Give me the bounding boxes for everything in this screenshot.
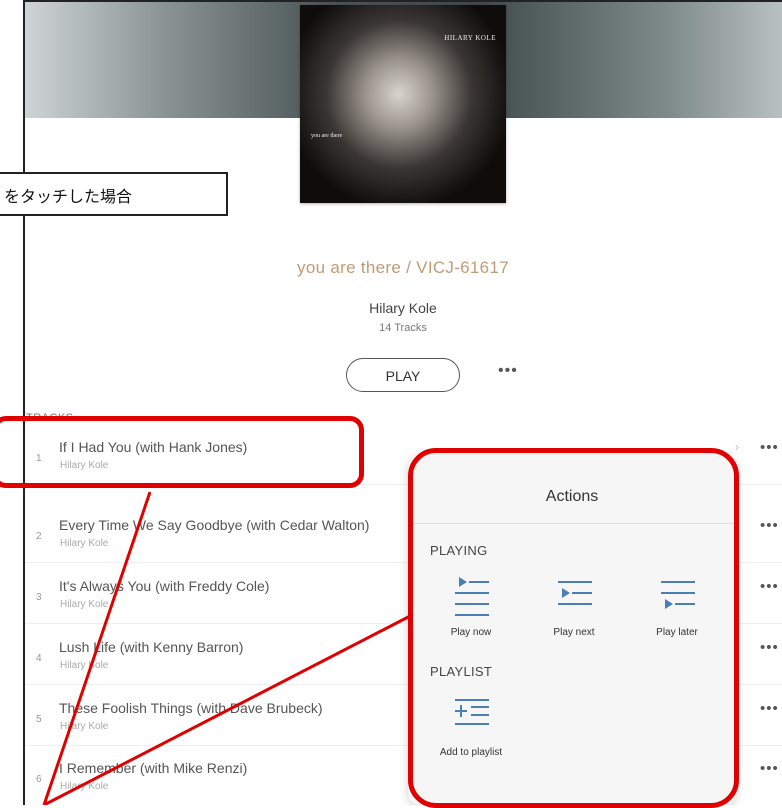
left-margin (0, 0, 24, 805)
more-icon[interactable]: ••• (760, 439, 779, 456)
more-icon[interactable]: ••• (760, 760, 779, 777)
more-icon[interactable]: ••• (760, 639, 779, 656)
cover-title-text: you are there (311, 133, 343, 139)
album-artist: Hilary Kole (369, 300, 437, 316)
highlight-track-box (0, 416, 364, 488)
track-number: 3 (36, 592, 42, 603)
cover-artist-text: HILARY KOLE (444, 34, 496, 42)
album-more-icon[interactable]: ••• (498, 362, 518, 380)
track-title: It's Always You (with Freddy Cole) (59, 578, 270, 594)
annotation-callout: をタッチした場合 (0, 172, 228, 216)
track-artist: Hilary Kole (60, 538, 109, 549)
chevron-right-icon: › (735, 440, 739, 454)
track-artist: Hilary Kole (60, 721, 109, 732)
track-count: 14 Tracks (379, 322, 427, 334)
track-number: 5 (36, 714, 42, 725)
callout-text: をタッチした場合 (4, 187, 133, 206)
track-number: 4 (36, 653, 42, 664)
track-title: Lush Life (with Kenny Barron) (59, 639, 244, 655)
more-icon[interactable]: ••• (760, 517, 779, 534)
track-title: I Remember (with Mike Renzi) (59, 760, 248, 776)
track-number: 2 (36, 531, 42, 542)
album-cover-image: HILARY KOLE you are there (300, 5, 506, 203)
more-icon[interactable]: ••• (760, 700, 779, 717)
track-title: Every Time We Say Goodbye (with Cedar Wa… (59, 517, 370, 533)
track-artist: Hilary Kole (60, 660, 109, 671)
album-title: you are there / VICJ-61617 (297, 258, 509, 277)
track-title: These Foolish Things (with Dave Brubeck) (59, 700, 323, 716)
track-artist: Hilary Kole (60, 781, 109, 792)
track-number: 6 (36, 774, 42, 785)
left-frame-border (23, 0, 25, 805)
more-icon[interactable]: ••• (760, 578, 779, 595)
track-artist: Hilary Kole (60, 599, 109, 610)
top-frame-border (24, 0, 782, 2)
highlight-actions-box (408, 448, 739, 808)
play-button[interactable]: PLAY (346, 358, 460, 392)
